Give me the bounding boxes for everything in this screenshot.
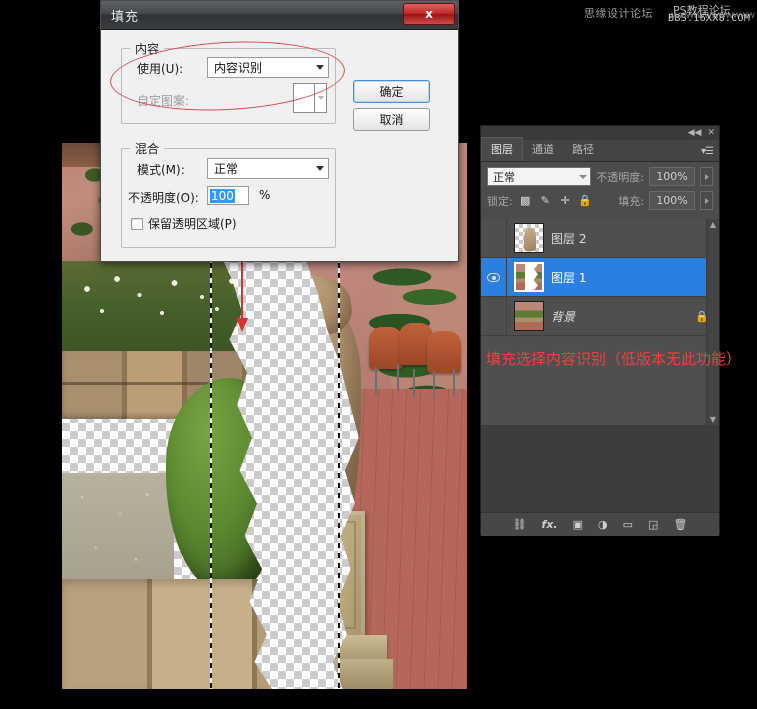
mask-icon[interactable]: ▣ xyxy=(573,518,583,531)
move-lock-icon[interactable]: ✛ xyxy=(558,193,573,208)
all-lock-icon[interactable]: 🔒 xyxy=(578,193,593,208)
layer-name[interactable]: 图层 1 xyxy=(551,269,586,286)
preserve-transparency-checkbox[interactable] xyxy=(131,217,143,230)
use-label-row: 使用(U): xyxy=(137,60,183,77)
tab-channels[interactable]: 通道 xyxy=(523,138,563,161)
close-icon[interactable]: ✕ xyxy=(707,128,715,138)
dialog-title-bar[interactable]: 填充 x xyxy=(101,1,458,30)
tab-layers[interactable]: 图层 xyxy=(481,137,523,161)
table-row[interactable]: 图层 2 xyxy=(481,219,719,258)
use-dropdown-value: 内容识别 xyxy=(214,61,263,75)
link-icon[interactable]: ⛓ xyxy=(513,518,527,531)
opacity-value-field[interactable]: 100% xyxy=(649,167,695,186)
mode-dropdown-value: 正常 xyxy=(214,162,239,176)
custom-pattern-label: 自定图案: xyxy=(137,94,190,108)
adjustment-icon[interactable]: ◑ xyxy=(598,518,608,531)
opacity-label: 不透明度(O): xyxy=(128,191,199,205)
panel-controls: 正常 不透明度: 100% 锁定: ▩ ✎ ✛ 🔒 填充: 100% xyxy=(481,162,719,219)
opacity-label-row: 不透明度(O): xyxy=(128,189,199,206)
layer-thumbnail[interactable] xyxy=(514,223,544,253)
patio-chairs xyxy=(367,319,463,411)
fill-dialog[interactable]: 填充 x 内容 使用(U): 内容识别 自定图案: 混合 模式(M): 正常 不… xyxy=(100,0,459,262)
chevron-down-icon xyxy=(579,174,588,179)
close-icon[interactable]: x xyxy=(403,3,455,25)
visibility-toggle[interactable] xyxy=(481,258,507,296)
table-row[interactable]: 背景 🔒 xyxy=(481,297,719,336)
mode-dropdown[interactable]: 正常 xyxy=(207,158,329,179)
gravel-path xyxy=(62,473,174,593)
brush-lock-icon[interactable]: ✎ xyxy=(538,193,553,208)
layers-list[interactable]: 图层 2 图层 1 背景 🔒 ▲ ▼ xyxy=(481,219,719,425)
blending-legend: 混合 xyxy=(135,142,160,156)
preserve-transparency-label: 保留透明区域(P) xyxy=(148,217,237,231)
lock-label: 锁定: xyxy=(487,194,513,208)
delete-icon[interactable]: 🗑 xyxy=(673,518,687,531)
layer-name[interactable]: 图层 2 xyxy=(551,230,586,247)
annotation-text: 填充选择内容识别（低版本无此功能） xyxy=(486,350,742,368)
panel-bottom-toolbar: ⛓ fx. ▣ ◑ ▭ ◲ 🗑 xyxy=(481,512,719,536)
dialog-title: 填充 xyxy=(111,9,140,25)
watermark-right-url: BBS.16XX8.COM xyxy=(668,13,751,24)
use-label: 使用(U): xyxy=(137,62,184,76)
scroll-up-icon[interactable]: ▲ xyxy=(707,219,719,230)
opacity-label: 不透明度: xyxy=(596,170,644,184)
preserve-transparency-row[interactable]: 保留透明区域(P) xyxy=(131,215,237,232)
visibility-toggle[interactable] xyxy=(481,219,507,257)
pattern-dropdown-icon[interactable] xyxy=(314,84,326,112)
collapse-icon[interactable]: ◀◀ xyxy=(688,128,702,138)
transparency-lock-icon[interactable]: ▩ xyxy=(518,193,533,208)
layer-name[interactable]: 背景 xyxy=(551,308,575,325)
panel-menu-icon[interactable]: ▾☰ xyxy=(701,146,714,157)
blend-mode-value: 正常 xyxy=(493,170,515,184)
pattern-label-row: 自定图案: xyxy=(137,92,189,109)
panel-empty-space xyxy=(481,425,719,512)
contents-legend: 内容 xyxy=(135,42,160,56)
fill-stepper-icon[interactable] xyxy=(700,191,713,210)
group-icon[interactable]: ▭ xyxy=(623,518,633,531)
tab-paths[interactable]: 路径 xyxy=(563,138,603,161)
use-dropdown[interactable]: 内容识别 xyxy=(207,57,329,78)
watermark-left: 思缘设计论坛 xyxy=(584,7,653,20)
visibility-toggle[interactable] xyxy=(481,297,507,335)
custom-pattern-swatch[interactable] xyxy=(293,83,327,113)
ok-button[interactable]: 确定 xyxy=(353,80,430,103)
lock-fill-row: 锁定: ▩ ✎ ✛ 🔒 填充: 100% xyxy=(487,191,713,210)
layer-thumbnail[interactable] xyxy=(514,301,544,331)
scrollbar[interactable]: ▲ ▼ xyxy=(706,219,719,425)
blend-mode-dropdown[interactable]: 正常 xyxy=(487,167,592,186)
fill-label: 填充: xyxy=(618,194,644,208)
layers-panel[interactable]: ◀◀ ✕ 图层 通道 路径 ▾☰ 正常 不透明度: 100% 锁定: ▩ ✎ ✛… xyxy=(480,125,720,536)
cancel-button[interactable]: 取消 xyxy=(353,108,430,131)
opacity-value: 100 xyxy=(210,188,235,203)
eye-icon[interactable] xyxy=(487,272,500,282)
chevron-down-icon xyxy=(316,65,324,70)
dialog-body: 内容 使用(U): 内容识别 自定图案: 混合 模式(M): 正常 不透明度(O… xyxy=(101,30,458,263)
panel-tabs: 图层 通道 路径 ▾☰ xyxy=(481,137,719,162)
pattern-preview xyxy=(294,84,314,112)
opacity-stepper-icon[interactable] xyxy=(700,167,713,186)
layer-thumbnail[interactable] xyxy=(514,262,544,292)
table-row[interactable]: 图层 1 xyxy=(481,258,719,297)
percent-label: % xyxy=(259,188,271,202)
new-layer-icon[interactable]: ◲ xyxy=(648,518,658,531)
fill-value-field[interactable]: 100% xyxy=(649,191,695,210)
mode-label-row: 模式(M): xyxy=(137,161,185,178)
fx-icon[interactable]: fx. xyxy=(542,518,558,531)
mode-label: 模式(M): xyxy=(137,163,185,177)
scroll-down-icon[interactable]: ▼ xyxy=(707,414,719,425)
chevron-down-icon xyxy=(316,166,324,171)
blend-opacity-row: 正常 不透明度: 100% xyxy=(487,167,713,186)
opacity-input[interactable]: 100 xyxy=(207,186,249,205)
